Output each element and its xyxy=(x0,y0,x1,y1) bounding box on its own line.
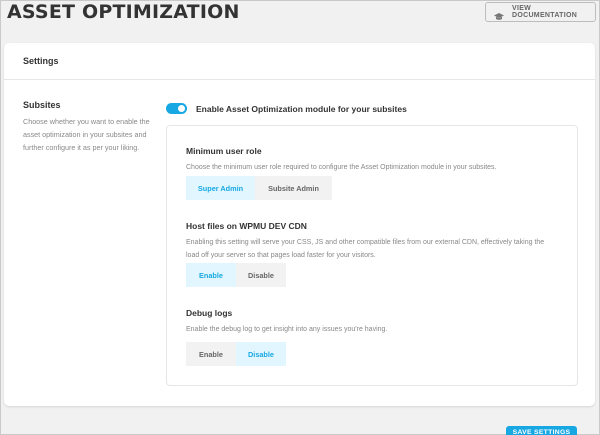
debug-logs-selector: Enable Disable xyxy=(186,342,286,366)
graduation-cap-icon xyxy=(494,8,504,20)
min-role-title: Minimum user role xyxy=(186,146,262,156)
cdn-enable-button[interactable]: Enable xyxy=(186,263,236,287)
page-title: ASSET OPTIMIZATION xyxy=(7,1,240,23)
cdn-title: Host files on WPMU DEV CDN xyxy=(186,221,307,231)
save-settings-button[interactable]: SAVE SETTINGS xyxy=(506,426,577,435)
min-role-description: Choose the minimum user role required to… xyxy=(186,164,497,171)
cdn-description: Enabling this setting will serve your CS… xyxy=(186,239,545,259)
debug-enable-button[interactable]: Enable xyxy=(186,342,236,366)
toggle-knob xyxy=(178,105,185,112)
view-documentation-button[interactable]: VIEW DOCUMENTATION xyxy=(485,2,596,22)
enable-module-row: Enable Asset Optimization module for you… xyxy=(166,103,407,114)
page-header: ASSET OPTIMIZATION xyxy=(7,0,240,30)
settings-box-title: Settings xyxy=(23,56,59,66)
debug-logs-title: Debug logs xyxy=(186,308,233,318)
debug-logs-description: Enable the debug log to get insight into… xyxy=(186,326,388,333)
cdn-disable-button[interactable]: Disable xyxy=(236,263,286,287)
subsite-admin-button[interactable]: Subsite Admin xyxy=(255,176,332,200)
subsite-options-panel: Minimum user role Choose the minimum use… xyxy=(166,125,578,386)
settings-box: Settings Subsites Choose whether you wan… xyxy=(4,43,595,406)
super-admin-button[interactable]: Super Admin xyxy=(186,176,255,200)
enable-module-label: Enable Asset Optimization module for you… xyxy=(196,103,407,114)
subsites-description: Choose whether you want to enable the as… xyxy=(23,117,150,152)
subsites-column: Subsites Choose whether you want to enab… xyxy=(23,100,151,154)
debug-disable-button[interactable]: Disable xyxy=(236,342,286,366)
min-role-selector: Super Admin Subsite Admin xyxy=(186,176,332,200)
cdn-selector: Enable Disable xyxy=(186,263,286,287)
view-documentation-label: VIEW DOCUMENTATION xyxy=(512,5,578,19)
subsites-title: Subsites xyxy=(23,100,61,110)
enable-module-toggle[interactable] xyxy=(166,103,187,114)
settings-box-header: Settings xyxy=(4,43,595,80)
